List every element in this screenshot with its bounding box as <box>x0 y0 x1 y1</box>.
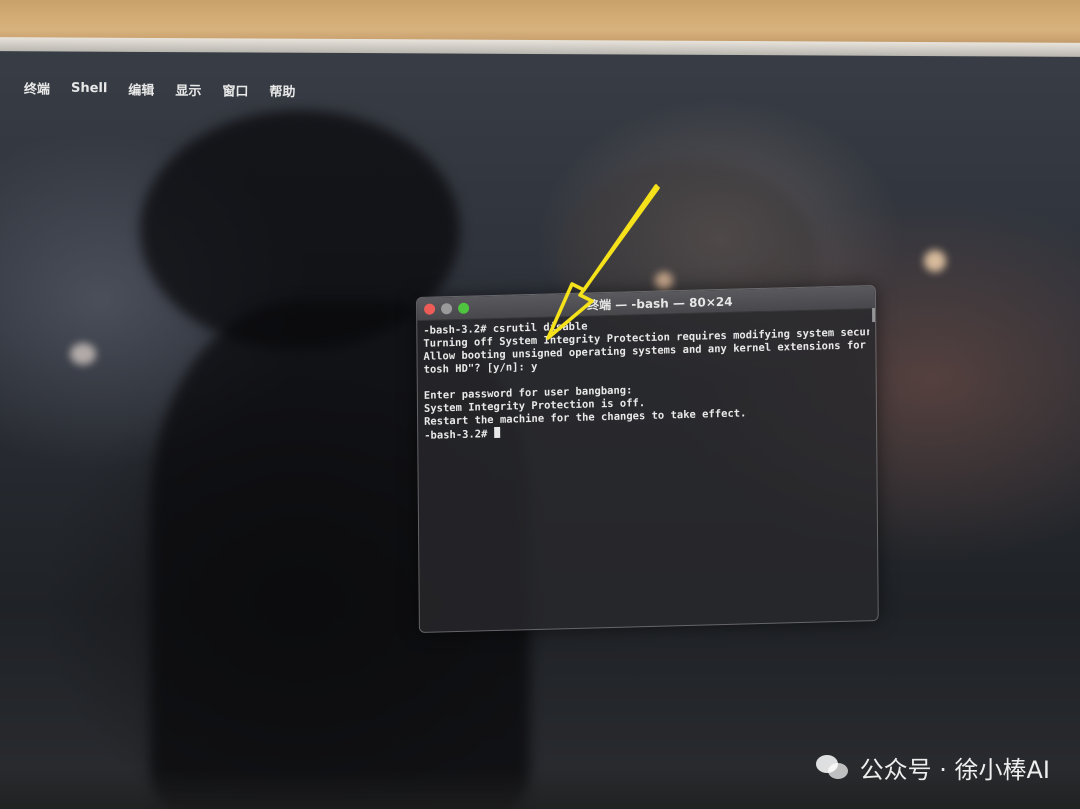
window-controls <box>424 302 475 315</box>
photo-background: 终端 Shell 编辑 显示 窗口 帮助 终端 — -bash — 80×24 … <box>0 0 1080 809</box>
light-glare <box>924 250 946 272</box>
menu-help[interactable]: 帮助 <box>269 80 295 99</box>
minimize-button[interactable] <box>441 302 453 314</box>
menu-shell[interactable]: Shell <box>71 80 108 95</box>
arrow-icon <box>546 184 660 340</box>
yellow-arrow-annotation <box>546 184 660 340</box>
wechat-icon <box>815 753 850 783</box>
watermark: 公众号 · 徐小棒AI <box>815 750 1050 785</box>
light-glare <box>70 343 96 365</box>
watermark-text: 公众号 · 徐小棒AI <box>859 756 1050 784</box>
terminal-prompt: -bash-3.2# <box>424 428 494 442</box>
scrollbar[interactable] <box>872 307 876 323</box>
maximize-button[interactable] <box>458 302 470 314</box>
menu-view[interactable]: 显示 <box>175 79 201 98</box>
menu-window[interactable]: 窗口 <box>222 80 248 99</box>
text-cursor <box>493 426 500 439</box>
menu-terminal[interactable]: 终端 <box>24 78 50 97</box>
menu-edit[interactable]: 编辑 <box>128 79 154 98</box>
menu-bar: 终端 Shell 编辑 显示 窗口 帮助 <box>0 74 317 103</box>
close-button[interactable] <box>424 303 436 315</box>
